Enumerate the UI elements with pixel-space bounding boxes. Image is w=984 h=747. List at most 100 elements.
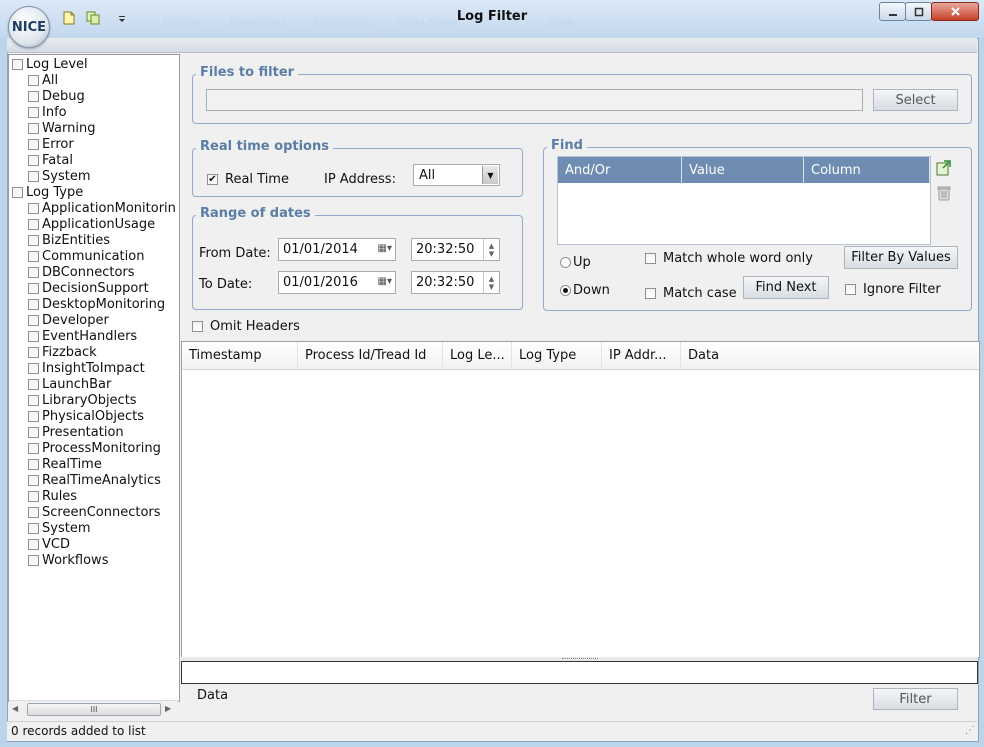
grid-col-process-id[interactable]: Process Id/Tread Id <box>298 342 443 369</box>
tree-item[interactable]: ApplicationUsage <box>28 216 155 232</box>
scroll-thumb[interactable]: III <box>27 703 161 716</box>
tree-item[interactable]: ApplicationMonitorin <box>28 200 176 216</box>
tree-item[interactable]: Warning <box>28 120 95 136</box>
tree-item[interactable]: DesktopMonitoring <box>28 296 165 312</box>
tree-item-checkbox[interactable] <box>28 234 39 246</box>
tree-item-checkbox[interactable] <box>28 250 39 262</box>
realtime-checkbox[interactable]: ✔ <box>207 174 218 185</box>
tree-item[interactable]: PhysicalObjects <box>28 408 144 424</box>
tree-item-checkbox[interactable] <box>28 410 39 422</box>
tree-item[interactable]: BizEntities <box>28 232 110 248</box>
tree-item[interactable]: Presentation <box>28 424 124 440</box>
tree-item-checkbox[interactable] <box>28 74 39 86</box>
tree-item-checkbox[interactable] <box>28 106 39 118</box>
find-conditions-table[interactable]: And/Or Value Column <box>557 156 931 245</box>
tree-item-checkbox[interactable] <box>28 170 39 182</box>
tree-item[interactable]: DBConnectors <box>28 264 135 280</box>
file-path-input[interactable] <box>206 89 863 111</box>
tree-item[interactable]: Developer <box>28 312 109 328</box>
tree-item[interactable]: Communication <box>28 248 144 264</box>
tree-item-checkbox[interactable] <box>28 474 39 486</box>
tree-item[interactable]: ScreenConnectors <box>28 504 161 520</box>
tree-item-checkbox[interactable] <box>28 138 39 150</box>
from-date-picker[interactable]: 01/01/2014 ▦▾ <box>278 238 396 261</box>
grid-col-log-type[interactable]: Log Type <box>512 342 602 369</box>
ignore-filter-checkbox[interactable] <box>845 284 856 295</box>
to-date-picker[interactable]: 01/01/2016 ▦▾ <box>278 271 396 294</box>
find-col-value[interactable]: Value <box>682 157 804 183</box>
tree-item-checkbox[interactable] <box>28 362 39 374</box>
tree-horizontal-scrollbar[interactable]: ◀ III ▶ <box>9 700 178 717</box>
grid-col-ip-address[interactable]: IP Addr... <box>602 342 681 369</box>
tree-item-checkbox[interactable] <box>28 154 39 166</box>
minimize-button[interactable] <box>879 2 906 21</box>
tree-item-checkbox[interactable] <box>28 314 39 326</box>
maximize-button[interactable] <box>905 2 932 21</box>
filter-by-values-button[interactable]: Filter By Values <box>844 246 958 269</box>
tree-group-1[interactable]: Log Type <box>12 184 83 200</box>
tree-item-checkbox[interactable] <box>28 458 39 470</box>
tree-item[interactable]: System <box>28 520 90 536</box>
tree-item-checkbox[interactable] <box>28 506 39 518</box>
tree-item-checkbox[interactable] <box>28 282 39 294</box>
select-button[interactable]: Select <box>873 89 958 111</box>
add-condition-icon[interactable] <box>936 160 952 176</box>
tree-item-checkbox[interactable] <box>28 538 39 550</box>
tree-item[interactable]: Workflows <box>28 552 108 568</box>
chevron-down-icon[interactable]: ▼ <box>482 166 498 184</box>
ip-address-select[interactable]: All ▼ <box>413 164 500 186</box>
to-time-spinner[interactable]: 20:32:50 ▲ ▼ <box>411 271 500 294</box>
tree-item[interactable]: Info <box>28 104 67 120</box>
tree-item-checkbox[interactable] <box>28 90 39 102</box>
tree-group-checkbox[interactable] <box>12 186 23 198</box>
data-detail-box[interactable] <box>181 661 978 684</box>
tree-item-checkbox[interactable] <box>28 394 39 406</box>
find-col-column[interactable]: Column <box>804 157 930 183</box>
grid-col-log-level[interactable]: Log Le... <box>443 342 512 369</box>
resize-grip-icon[interactable]: ⋰ <box>965 725 975 736</box>
tree-item-checkbox[interactable] <box>28 522 39 534</box>
match-whole-word-checkbox[interactable] <box>645 253 656 264</box>
find-col-andor[interactable]: And/Or <box>558 157 682 183</box>
tree-item[interactable]: RealTimeAnalytics <box>28 472 161 488</box>
tree-item[interactable]: Error <box>28 136 74 152</box>
match-case-checkbox[interactable] <box>645 288 656 299</box>
tree-item[interactable]: InsightToImpact <box>28 360 145 376</box>
tree-item-checkbox[interactable] <box>28 426 39 438</box>
tree-item[interactable]: LibraryObjects <box>28 392 137 408</box>
tree-item-checkbox[interactable] <box>28 266 39 278</box>
tree-item[interactable]: Fatal <box>28 152 73 168</box>
find-down-radio[interactable] <box>560 285 571 296</box>
filter-button[interactable]: Filter <box>873 688 958 710</box>
tree-item[interactable]: EventHandlers <box>28 328 137 344</box>
calendar-icon[interactable]: ▦▾ <box>378 243 392 254</box>
omit-headers-checkbox[interactable] <box>192 321 203 332</box>
tree-item[interactable]: RealTime <box>28 456 102 472</box>
tree-group-checkbox[interactable] <box>12 58 23 70</box>
tree-item-checkbox[interactable] <box>28 202 39 214</box>
tree-group-0[interactable]: Log Level <box>12 56 88 72</box>
tree-item-checkbox[interactable] <box>28 218 39 230</box>
spin-updown-icon[interactable]: ▲ ▼ <box>483 239 499 260</box>
nice-logo[interactable]: NICE <box>8 6 50 48</box>
calendar-icon[interactable]: ▦▾ <box>378 276 392 287</box>
tree-item[interactable]: Fizzback <box>28 344 97 360</box>
find-next-button[interactable]: Find Next <box>743 276 829 299</box>
tree-item-checkbox[interactable] <box>28 554 39 566</box>
find-up-radio[interactable] <box>560 257 571 268</box>
tree-item-checkbox[interactable] <box>28 298 39 310</box>
tree-item-checkbox[interactable] <box>28 122 39 134</box>
spin-updown-icon[interactable]: ▲ ▼ <box>483 272 499 293</box>
tree-item[interactable]: VCD <box>28 536 70 552</box>
tree-item[interactable]: Rules <box>28 488 77 504</box>
tree-item[interactable]: ProcessMonitoring <box>28 440 161 456</box>
tree-item[interactable]: System <box>28 168 90 184</box>
from-time-spinner[interactable]: 20:32:50 ▲ ▼ <box>411 238 500 261</box>
tree-item[interactable]: All <box>28 72 58 88</box>
grid-col-data[interactable]: Data <box>681 342 979 369</box>
log-entries-grid[interactable]: Timestamp Process Id/Tread Id Log Le... … <box>181 341 980 658</box>
tree-item-checkbox[interactable] <box>28 442 39 454</box>
scroll-left-arrow-icon[interactable]: ◀ <box>12 704 18 713</box>
tree-item-checkbox[interactable] <box>28 330 39 342</box>
tree-item[interactable]: DecisionSupport <box>28 280 149 296</box>
